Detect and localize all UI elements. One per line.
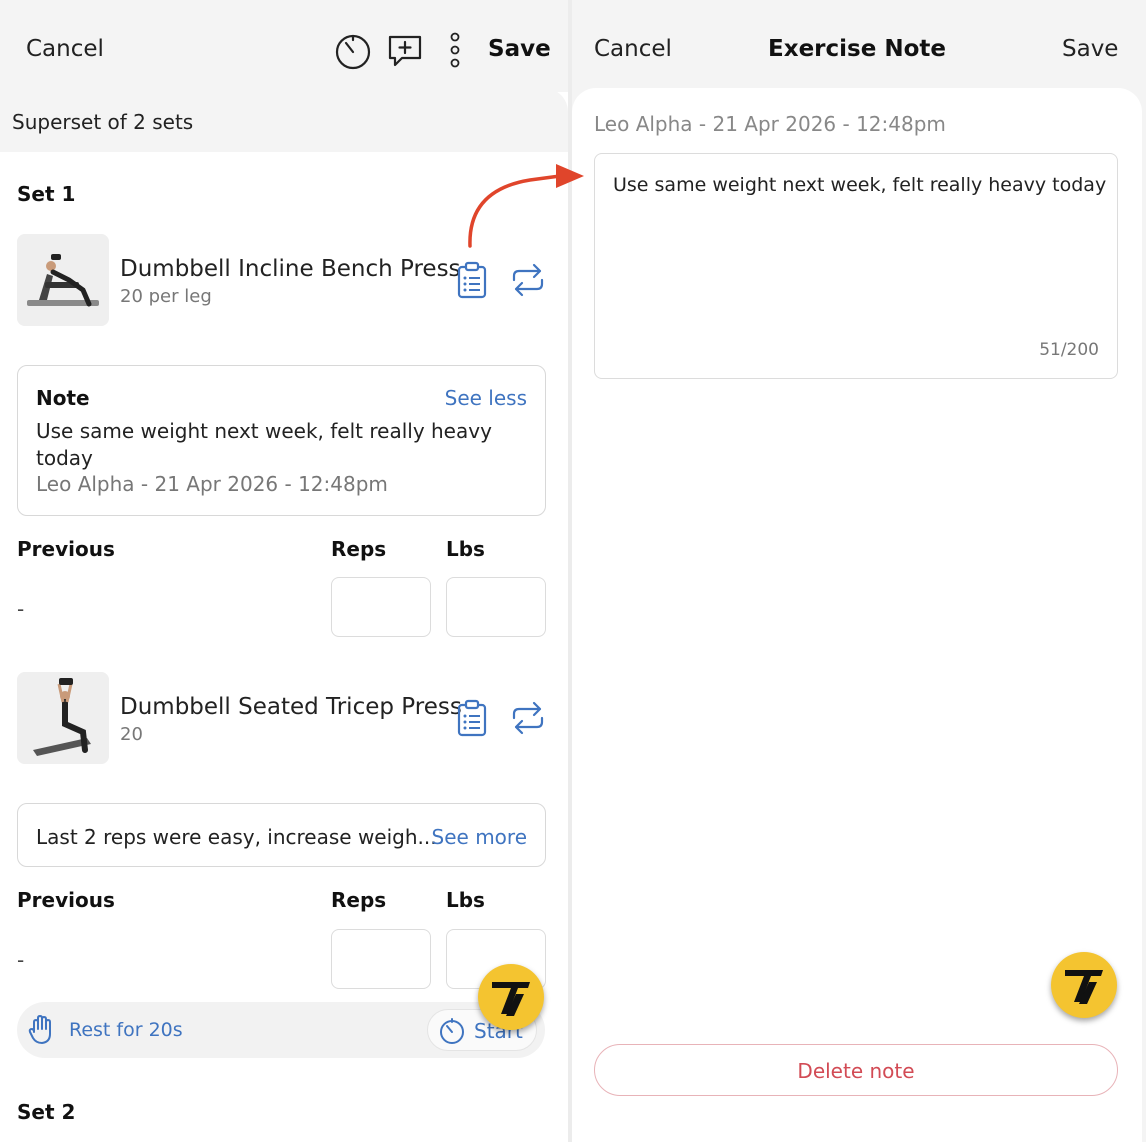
reps-column-header: Reps: [331, 888, 387, 912]
delete-note-button[interactable]: Delete note: [594, 1044, 1118, 1096]
note-card-expanded: Note See less Use same weight next week,…: [17, 365, 546, 516]
timer-icon: [440, 1018, 464, 1044]
swap-icon[interactable]: [510, 260, 546, 300]
reps-input[interactable]: [331, 577, 431, 637]
note-card-collapsed[interactable]: Last 2 reps were easy, increase weigh...…: [17, 803, 546, 867]
rest-label: Rest for 20s: [69, 1019, 183, 1041]
previous-column-header: Previous: [17, 537, 115, 561]
clipboard-note-icon[interactable]: [454, 260, 490, 300]
more-vertical-icon[interactable]: [436, 32, 474, 70]
char-counter: 51/200: [1039, 340, 1099, 360]
page-title: Exercise Note: [768, 36, 946, 62]
cancel-button[interactable]: Cancel: [26, 36, 104, 62]
save-button[interactable]: Save: [488, 36, 551, 62]
note-meta: Leo Alpha - 21 Apr 2026 - 12:48pm: [36, 472, 388, 496]
note-preview-text: Last 2 reps were easy, increase weigh...: [36, 825, 437, 849]
delete-note-label: Delete note: [797, 1059, 915, 1083]
clipboard-note-icon[interactable]: [454, 698, 490, 738]
app-logo-icon: [478, 964, 544, 1030]
set-2-title: Set 2: [17, 1100, 76, 1124]
lbs-column-header: Lbs: [446, 537, 485, 561]
lbs-column-header: Lbs: [446, 888, 485, 912]
swap-icon[interactable]: [510, 698, 546, 738]
top-bar: Cancel Exercise Note Save: [572, 0, 1146, 92]
previous-value: -: [17, 948, 25, 972]
exercise-target: 20 per leg: [120, 286, 212, 307]
reps-column-header: Reps: [331, 537, 387, 561]
see-more-link[interactable]: See more: [432, 825, 527, 849]
annotation-arrow-icon: [468, 164, 584, 248]
exercise-name[interactable]: Dumbbell Incline Bench Press: [120, 256, 461, 282]
note-text: Use same weight next week, felt really h…: [36, 419, 492, 470]
save-button[interactable]: Save: [1062, 36, 1118, 62]
app-logo-icon: [1051, 952, 1117, 1018]
exercise-thumbnail[interactable]: [17, 672, 109, 764]
exercise-target: 20: [120, 724, 143, 745]
reps-input[interactable]: [331, 929, 431, 989]
note-heading: Note: [36, 386, 90, 410]
exercise-note-screen: Cancel Exercise Note Save Leo Alpha - 21…: [572, 0, 1146, 1142]
exercise-thumbnail[interactable]: [17, 234, 109, 326]
note-meta: Leo Alpha - 21 Apr 2026 - 12:48pm: [594, 112, 946, 136]
tricep-press-image: [17, 672, 109, 764]
note-text-value: Use same weight next week, felt really h…: [613, 174, 1107, 196]
note-textarea[interactable]: Use same weight next week, felt really h…: [594, 153, 1118, 379]
top-bar: Cancel Save: [0, 0, 568, 92]
previous-column-header: Previous: [17, 888, 115, 912]
previous-value: -: [17, 597, 25, 621]
superset-header: Superset of 2 sets: [0, 88, 568, 152]
set-1-title: Set 1: [17, 182, 76, 206]
superset-label: Superset of 2 sets: [12, 110, 194, 134]
exercise-name[interactable]: Dumbbell Seated Tricep Press: [120, 694, 462, 720]
note-sheet: Leo Alpha - 21 Apr 2026 - 12:48pm Use sa…: [572, 88, 1142, 1142]
lbs-input[interactable]: [446, 577, 546, 637]
see-less-link[interactable]: See less: [445, 386, 527, 410]
timer-icon[interactable]: [334, 32, 372, 70]
incline-press-image: [17, 234, 109, 326]
hand-icon: [28, 1015, 51, 1044]
rest-timer-bar: Rest for 20s Start: [17, 1002, 545, 1058]
add-comment-icon[interactable]: [386, 32, 424, 70]
